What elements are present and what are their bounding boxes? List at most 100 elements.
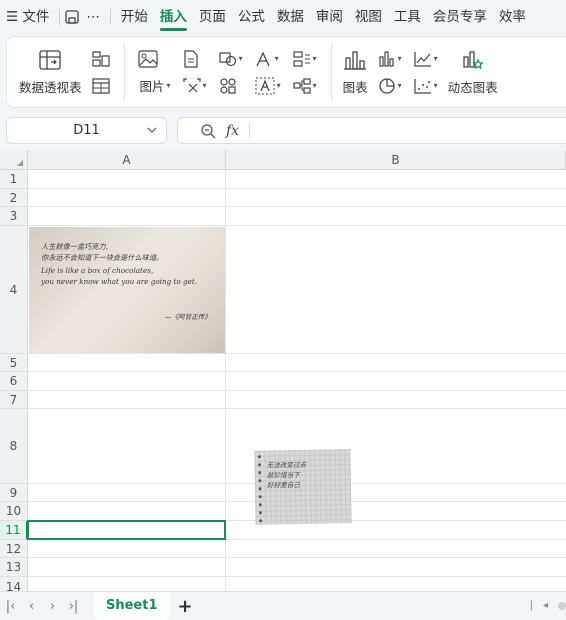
chevron-down-icon: ▾ bbox=[274, 54, 279, 63]
quote-line-3: Life is like a box of chocolates, bbox=[41, 266, 154, 275]
textbox-icon bbox=[255, 77, 275, 94]
picture-icon-button[interactable] bbox=[134, 46, 175, 72]
column-header-b[interactable]: B bbox=[226, 150, 566, 170]
art-text-button[interactable]: ▾ bbox=[251, 46, 285, 72]
icons-button[interactable] bbox=[215, 73, 247, 99]
row-header-4[interactable]: 4 bbox=[0, 226, 28, 354]
tab-formula[interactable]: 公式 bbox=[232, 0, 271, 34]
row-header-13[interactable]: 13 bbox=[0, 558, 28, 577]
grid-line bbox=[28, 576, 566, 577]
ribbon: 数据透视表 图片 ▾ ▾ ▾ ▾ ▾ ▾ ▾ 图表 ▾ ▾ ▾ ▾ 动态图表 bbox=[6, 36, 566, 108]
quote-line-4: you never know what you are going to get… bbox=[41, 277, 198, 286]
row-header-12[interactable]: 12 bbox=[0, 540, 28, 558]
grid-line bbox=[28, 390, 566, 391]
chevron-down-icon: ▾ bbox=[202, 81, 207, 90]
textbox-button[interactable]: ▾ bbox=[251, 73, 285, 99]
flowchart-icon bbox=[292, 77, 311, 94]
chart-button[interactable]: 图表 bbox=[339, 37, 372, 107]
hamburger-icon: ☰ bbox=[6, 9, 19, 25]
notebook-image[interactable]: 无法改变过去 就珍惜当下 好好爱自己 bbox=[254, 449, 352, 525]
dynamic-chart-button[interactable]: 动态图表 bbox=[444, 37, 502, 107]
quote-image[interactable]: 人生就像一盒巧克力, 你永远不会知道下一块会是什么味道。 Life is lik… bbox=[29, 227, 225, 353]
chevron-down-icon[interactable] bbox=[146, 124, 158, 136]
flowchart-button[interactable]: ▾ bbox=[289, 73, 321, 99]
art-text-icon bbox=[255, 50, 270, 66]
scroll-left-icon[interactable]: ◂ bbox=[543, 600, 548, 611]
prev-sheet-icon[interactable]: ‹ bbox=[21, 599, 42, 614]
bar-chart-button[interactable]: ▾ bbox=[374, 46, 406, 72]
tab-data[interactable]: 数据 bbox=[271, 0, 310, 34]
tab-insert[interactable]: 插入 bbox=[154, 0, 193, 34]
zoom-icon[interactable] bbox=[200, 123, 216, 139]
selected-cell[interactable] bbox=[27, 520, 226, 540]
bar-chart-icon bbox=[379, 50, 394, 67]
tab-home[interactable]: 开始 bbox=[115, 0, 154, 34]
pie-chart-icon bbox=[378, 77, 395, 94]
row-header-10[interactable]: 10 bbox=[0, 502, 28, 521]
column-header-a[interactable]: A bbox=[28, 150, 226, 170]
picture-icon bbox=[137, 49, 158, 68]
add-sheet-button[interactable]: + bbox=[178, 596, 193, 617]
shapes-button[interactable]: ▾ bbox=[215, 46, 247, 72]
row-header-3[interactable]: 3 bbox=[0, 207, 28, 226]
tab-efficiency[interactable]: 效率 bbox=[493, 0, 532, 34]
dynamic-chart-icon bbox=[463, 50, 484, 69]
sheet-tab-bar: |‹ ‹ › ›| Sheet1 + | ◂ bbox=[0, 591, 566, 620]
chevron-down-icon: ▾ bbox=[166, 81, 171, 90]
tab-member[interactable]: 会员专享 bbox=[427, 0, 493, 34]
menu-separator bbox=[59, 9, 61, 25]
row-header-6[interactable]: 6 bbox=[0, 372, 28, 391]
pivot-chart-icon bbox=[91, 50, 110, 67]
select-all-corner[interactable] bbox=[0, 150, 28, 170]
illustration-col-3: ▾ bbox=[213, 37, 249, 107]
line-chart-icon bbox=[414, 51, 431, 67]
chevron-down-icon: ▾ bbox=[397, 54, 402, 63]
line-chart-button[interactable]: ▾ bbox=[410, 46, 442, 72]
row-header-11[interactable]: 11 bbox=[0, 521, 28, 540]
row-header-8[interactable]: 8 bbox=[0, 409, 28, 484]
pie-chart-button[interactable]: ▾ bbox=[374, 73, 406, 99]
row-header-1[interactable]: 1 bbox=[0, 170, 28, 189]
main-menu-button[interactable]: ☰ 文件 bbox=[0, 0, 55, 34]
row-header-14[interactable]: 14 bbox=[0, 577, 28, 591]
function-button[interactable]: fx bbox=[226, 123, 239, 139]
tab-tools[interactable]: 工具 bbox=[388, 0, 427, 34]
row-header-5[interactable]: 5 bbox=[0, 354, 28, 372]
scroll-thumb[interactable] bbox=[558, 601, 566, 610]
pivot-chart-button[interactable] bbox=[88, 46, 114, 72]
row-header-2[interactable]: 2 bbox=[0, 189, 28, 207]
smartart-button[interactable]: ▾ bbox=[289, 46, 321, 72]
grid-line bbox=[28, 353, 566, 354]
tab-page[interactable]: 页面 bbox=[193, 0, 232, 34]
picture-button[interactable]: 图片 ▾ bbox=[134, 73, 175, 99]
formula-input[interactable] bbox=[250, 118, 566, 143]
row-header-9[interactable]: 9 bbox=[0, 484, 28, 502]
sheet-tab-sheet1[interactable]: Sheet1 bbox=[94, 592, 170, 620]
quote-line-1: 人生就像一盒巧克力, bbox=[41, 242, 108, 251]
screenshot-button[interactable]: ▾ bbox=[179, 73, 211, 99]
more-icon[interactable]: ⋯ bbox=[80, 0, 106, 34]
table-tools bbox=[86, 37, 116, 107]
scatter-chart-button[interactable]: ▾ bbox=[410, 73, 442, 99]
first-sheet-icon[interactable]: |‹ bbox=[0, 599, 21, 614]
note-line-3: 好好爱自己 bbox=[266, 481, 301, 490]
tab-review[interactable]: 审阅 bbox=[310, 0, 349, 34]
table-button[interactable] bbox=[88, 73, 114, 99]
chart-col-1: ▾ ▾ bbox=[372, 37, 408, 107]
quote-signature: —《阿甘正传》 bbox=[164, 313, 211, 321]
next-sheet-icon[interactable]: › bbox=[42, 599, 63, 614]
row-header-7[interactable]: 7 bbox=[0, 391, 28, 409]
spreadsheet-grid[interactable]: A B 1 2 3 4 5 6 7 8 9 10 11 12 13 14 人生就… bbox=[0, 150, 566, 591]
menu-separator bbox=[109, 9, 111, 25]
picture-label: 图片 bbox=[139, 79, 165, 94]
document-icon bbox=[183, 49, 198, 68]
illustration-col-2: ▾ bbox=[177, 37, 213, 107]
tab-view[interactable]: 视图 bbox=[349, 0, 388, 34]
grid-line bbox=[28, 371, 566, 372]
name-box[interactable]: D11 bbox=[6, 117, 167, 144]
last-sheet-icon[interactable]: ›| bbox=[63, 599, 84, 614]
save-icon[interactable] bbox=[64, 0, 80, 34]
document-button[interactable] bbox=[179, 46, 211, 72]
pivot-table-button[interactable]: 数据透视表 bbox=[15, 37, 86, 107]
menu-bar: ☰ 文件 ⋯ 开始 插入 页面 公式 数据 审阅 视图 工具 会员专享 效率 bbox=[0, 0, 566, 34]
